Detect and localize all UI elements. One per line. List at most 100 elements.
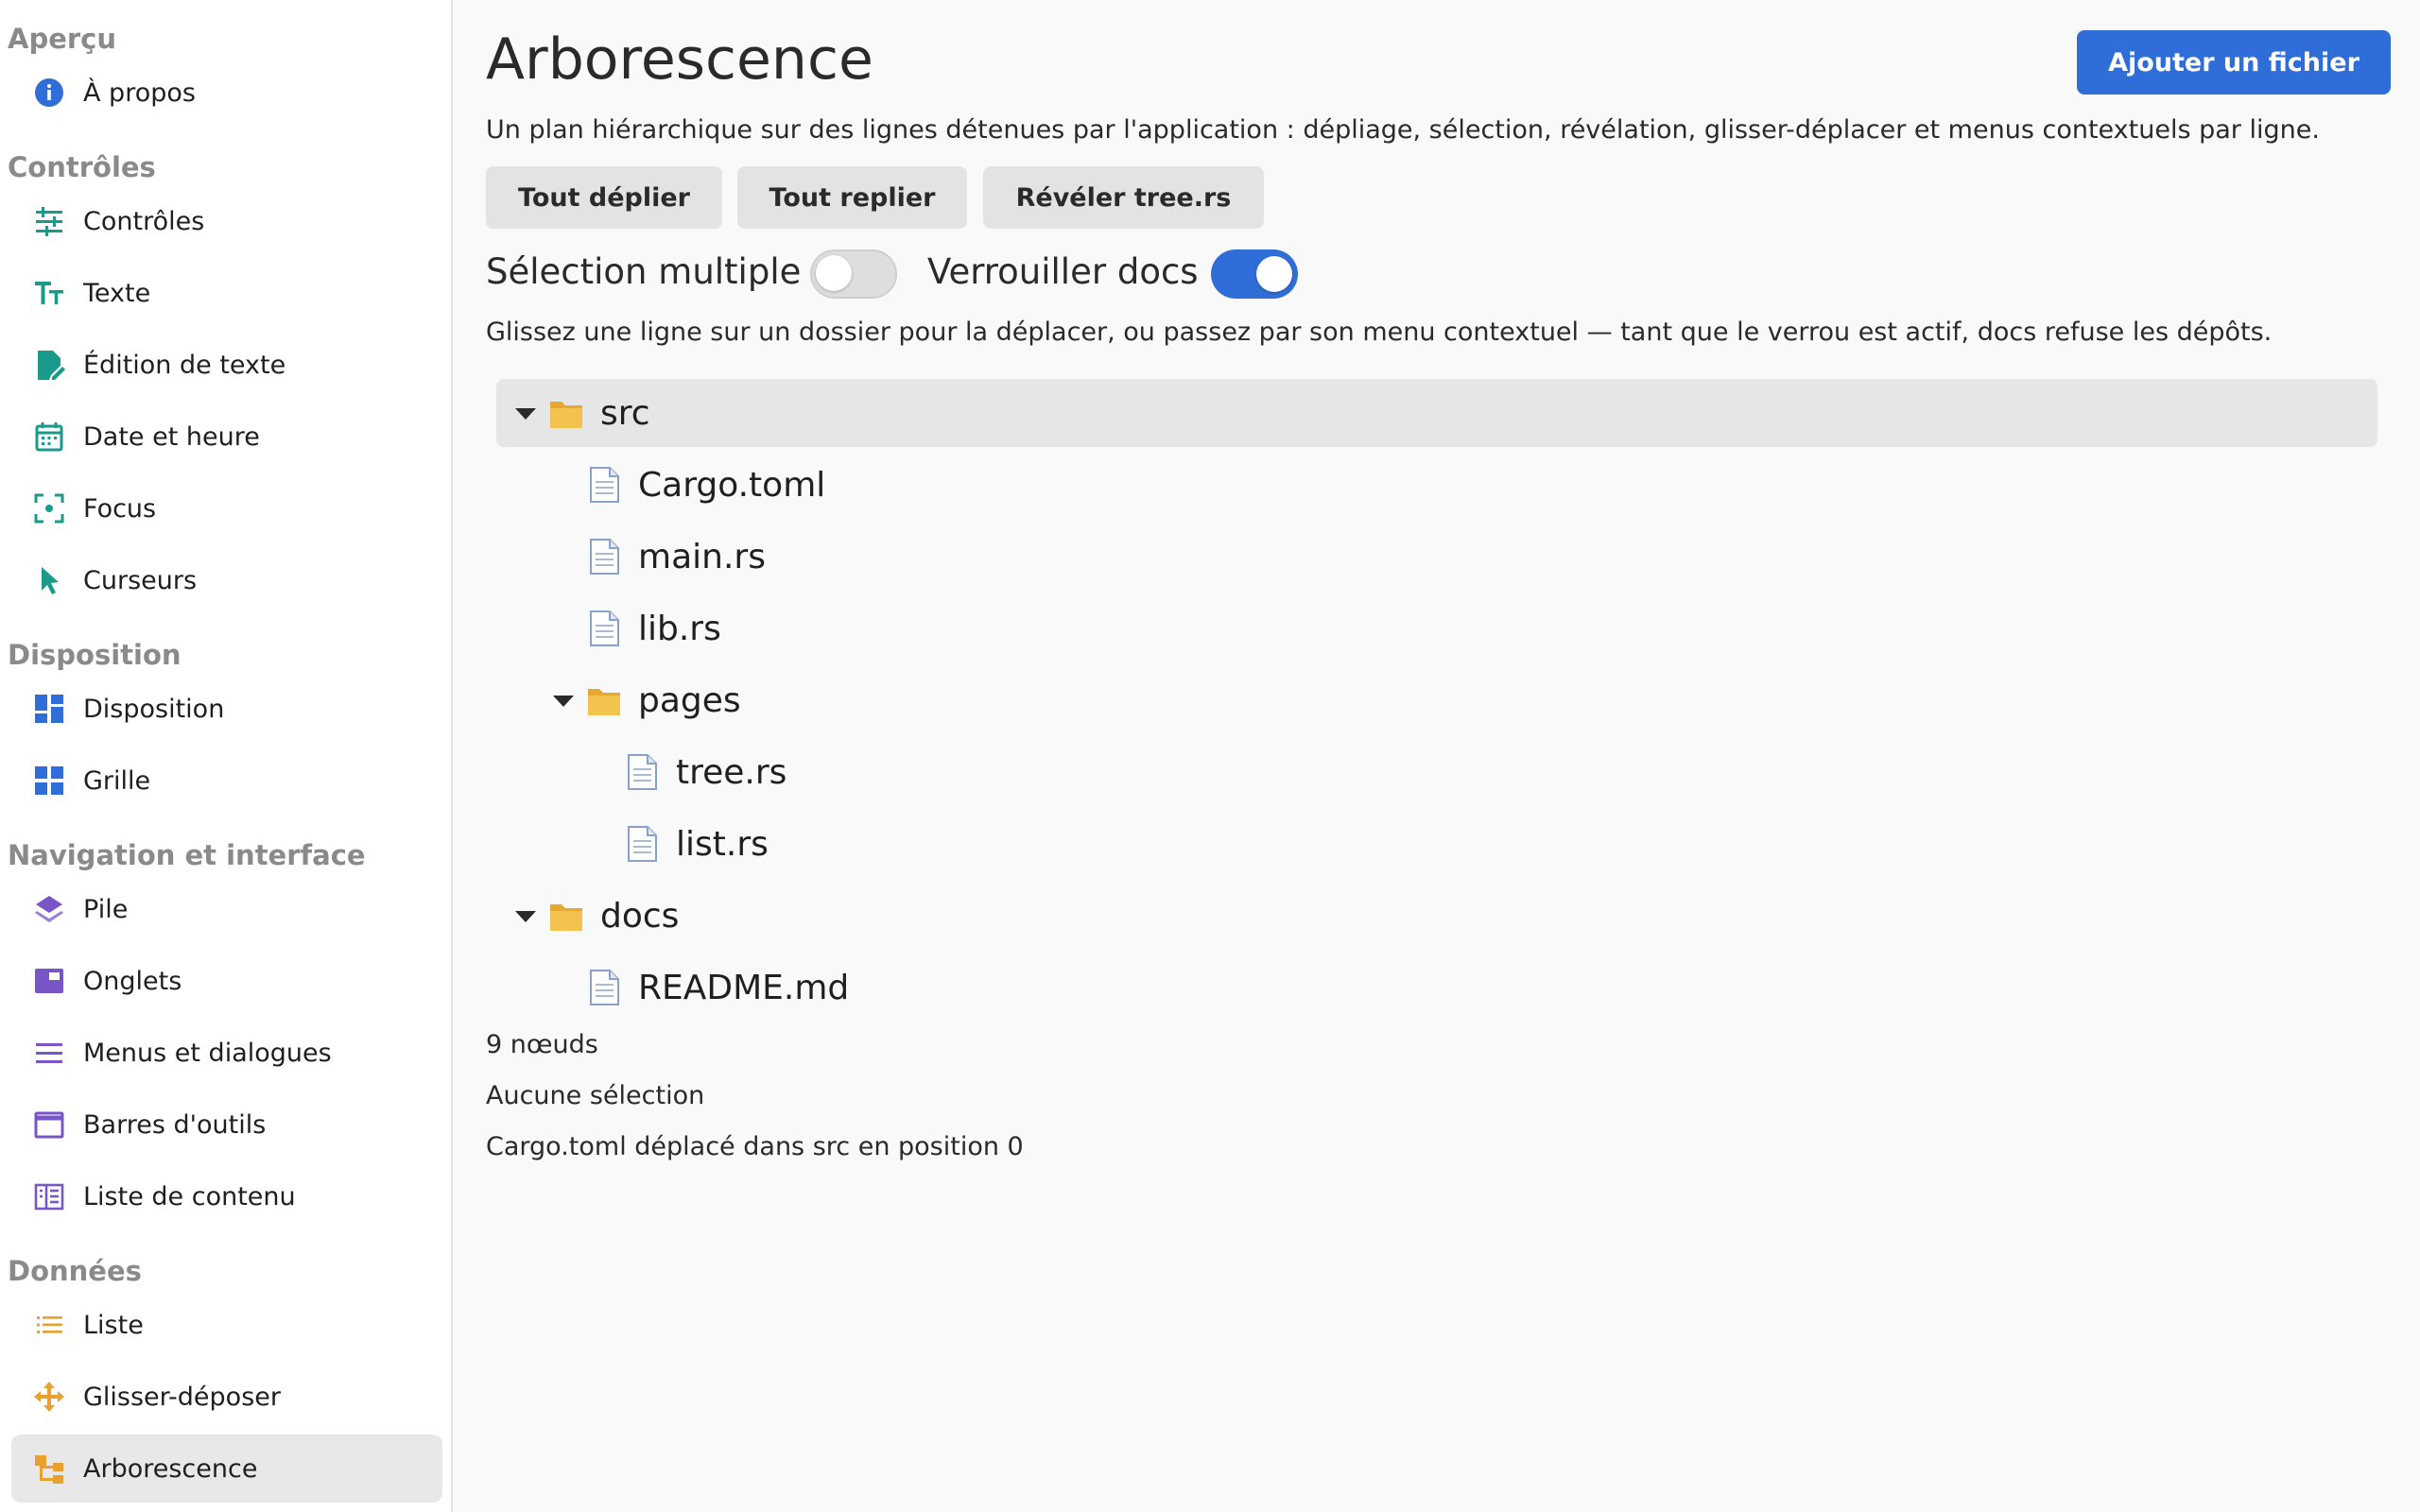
tree-row[interactable]: pages — [496, 666, 2377, 734]
sidebar-item-onglets[interactable]: Onglets — [11, 947, 442, 1015]
file-icon — [585, 967, 623, 1008]
window-toolbar-icon — [30, 1106, 68, 1143]
sidebar-item-controles[interactable]: Contrôles — [11, 187, 442, 255]
tree-row-label: src — [600, 394, 650, 433]
folder-icon — [547, 392, 585, 434]
sidebar-item-edition-de-texte[interactable]: Édition de texte — [11, 331, 442, 399]
lock-docs-label: Verrouiller docs — [927, 251, 1199, 292]
sidebar-item-label: Texte — [83, 278, 151, 308]
sidebar-item-pile[interactable]: Pile — [11, 875, 442, 943]
sidebar-section-disposition: Disposition — [8, 639, 182, 671]
sidebar-item-grille[interactable]: Grille — [11, 747, 442, 815]
tree-row-label: docs — [600, 897, 680, 936]
page-title: Arborescence — [486, 26, 873, 93]
sidebar-item-label: Liste de contenu — [83, 1181, 296, 1211]
add-file-button[interactable]: Ajouter un fichier — [2077, 30, 2391, 94]
expand-all-button[interactable]: Tout déplier — [486, 166, 722, 229]
sidebar-item-label: Édition de texte — [83, 350, 286, 380]
dashboard-layout-icon — [30, 690, 68, 728]
sidebar-item-label: Liste — [83, 1310, 144, 1340]
tree-row[interactable]: main.rs — [496, 523, 2377, 591]
sidebar-item-arborescence[interactable]: Arborescence — [11, 1435, 442, 1503]
selection-status: Aucune sélection — [486, 1081, 705, 1110]
sidebar-item-focus[interactable]: Focus — [11, 474, 442, 542]
sidebar-item-label: Focus — [83, 493, 157, 524]
multi-select-toggle[interactable] — [810, 249, 897, 299]
sidebar-item-label: Contrôles — [83, 206, 205, 236]
grid-icon — [30, 762, 68, 799]
lock-docs-toggle[interactable] — [1211, 249, 1298, 299]
file-icon — [585, 536, 623, 577]
page-description: Un plan hiérarchique sur des lignes déte… — [486, 115, 2320, 145]
sliders-icon — [30, 202, 68, 240]
tree-row[interactable]: lib.rs — [496, 594, 2377, 662]
content-list-icon — [30, 1177, 68, 1215]
file-icon — [623, 823, 661, 865]
tree-row-label: list.rs — [676, 825, 769, 864]
sidebar-item-label: Date et heure — [83, 421, 260, 452]
main-content: Arborescence Ajouter un fichier Un plan … — [455, 0, 2420, 1512]
sidebar-section-apercu: Aperçu — [8, 23, 117, 55]
sidebar-item-menus-et-dialogues[interactable]: Menus et dialogues — [11, 1019, 442, 1087]
sidebar-section-controles: Contrôles — [8, 151, 156, 183]
sidebar-item-label: Grille — [83, 765, 151, 796]
app-window: Aperçu À propos Contrôles Contrôles Text… — [0, 0, 2420, 1512]
sidebar-item-disposition[interactable]: Disposition — [11, 675, 442, 743]
tree-row[interactable]: src — [496, 379, 2377, 447]
tree-row-label: lib.rs — [638, 610, 721, 648]
sidebar-item-label: Menus et dialogues — [83, 1038, 332, 1068]
file-icon — [585, 608, 623, 649]
tree-row[interactable]: tree.rs — [496, 738, 2377, 806]
sidebar-item-label: Onglets — [83, 966, 182, 996]
last-action-status: Cargo.toml déplacé dans src en position … — [486, 1132, 1024, 1161]
sidebar-item-liste[interactable]: Liste — [11, 1291, 442, 1359]
tree-row[interactable]: list.rs — [496, 810, 2377, 878]
sidebar-item-label: Glisser-déposer — [83, 1382, 281, 1412]
focus-target-icon — [30, 490, 68, 527]
tree-row[interactable]: Cargo.toml — [496, 451, 2377, 519]
cursor-pointer-icon — [30, 561, 68, 599]
chevron-down-icon[interactable] — [549, 687, 578, 715]
sidebar-item-label: Arborescence — [83, 1453, 258, 1484]
file-icon — [585, 464, 623, 506]
menu-lines-icon — [30, 1034, 68, 1072]
bullet-list-icon — [30, 1306, 68, 1344]
tree-row-label: Cargo.toml — [638, 466, 826, 505]
tabs-icon — [30, 962, 68, 1000]
tree-structure-icon — [30, 1450, 68, 1487]
sidebar-item-glisser-deposer[interactable]: Glisser-déposer — [11, 1363, 442, 1431]
chevron-down-icon[interactable] — [511, 400, 540, 428]
sidebar-item-date-et-heure[interactable]: Date et heure — [11, 403, 442, 471]
reveal-tree-rs-button[interactable]: Révéler tree.rs — [983, 166, 1264, 229]
toggle-knob — [816, 255, 852, 291]
sidebar-section-donnees: Données — [8, 1255, 142, 1287]
edit-document-icon — [30, 346, 68, 384]
tree-row-label: pages — [638, 681, 741, 720]
file-icon — [623, 751, 661, 793]
node-count: 9 nœuds — [486, 1030, 598, 1059]
sidebar-item-texte[interactable]: Texte — [11, 259, 442, 327]
folder-icon — [547, 895, 585, 936]
tree-row-label: main.rs — [638, 538, 766, 576]
chevron-down-icon[interactable] — [511, 902, 540, 931]
collapse-all-button[interactable]: Tout replier — [737, 166, 967, 229]
sidebar-item-label: Barres d'outils — [83, 1109, 267, 1140]
multi-select-label: Sélection multiple — [486, 251, 802, 292]
layers-icon — [30, 890, 68, 928]
sidebar: Aperçu À propos Contrôles Contrôles Text… — [0, 0, 453, 1512]
sidebar-item-a-propos[interactable]: À propos — [11, 59, 442, 127]
sidebar-item-label: Curseurs — [83, 565, 198, 595]
sidebar-item-barres-d-outils[interactable]: Barres d'outils — [11, 1091, 442, 1159]
tree-row[interactable]: README.md — [496, 954, 2377, 1022]
toggle-knob — [1256, 256, 1292, 292]
calendar-icon — [30, 418, 68, 455]
sidebar-item-label: À propos — [83, 77, 196, 108]
sidebar-section-navigation: Navigation et interface — [8, 839, 366, 871]
text-size-icon — [30, 274, 68, 312]
sidebar-item-curseurs[interactable]: Curseurs — [11, 546, 442, 614]
sidebar-item-liste-de-contenu[interactable]: Liste de contenu — [11, 1162, 442, 1230]
info-icon — [30, 74, 68, 112]
tree-row[interactable]: docs — [496, 882, 2377, 950]
tree-row-label: README.md — [638, 969, 850, 1007]
sidebar-item-label: Pile — [83, 894, 129, 924]
